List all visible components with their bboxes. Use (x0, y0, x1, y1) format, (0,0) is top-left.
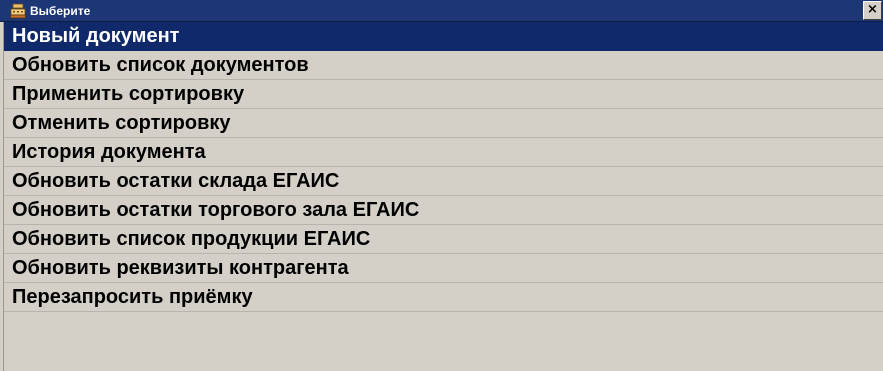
select-dialog: Выберите × Новый документ Обновить списо… (0, 0, 883, 371)
list-item-label: Новый документ (12, 25, 180, 47)
list-item-rerequest-receipt[interactable]: Перезапросить приёмку (0, 283, 883, 312)
list-item-label: Обновить список документов (12, 54, 309, 76)
list-item-refresh-counterparty[interactable]: Обновить реквизиты контрагента (0, 254, 883, 283)
list-item-label: Обновить остатки торгового зала ЕГАИС (12, 199, 420, 221)
list-item-label: Применить сортировку (12, 83, 245, 105)
list-item-apply-sorting[interactable]: Применить сортировку (0, 80, 883, 109)
list-item-refresh-product-list[interactable]: Обновить список продукции ЕГАИС (0, 225, 883, 254)
window-title: Выберите (30, 4, 91, 18)
list-item-label: Обновить список продукции ЕГАИС (12, 228, 371, 250)
list-item-refresh-documents[interactable]: Обновить список документов (0, 51, 883, 80)
list-item-label: Обновить реквизиты контрагента (12, 257, 349, 279)
action-list: Новый документ Обновить список документо… (0, 22, 883, 371)
close-icon: × (867, 2, 878, 17)
close-button[interactable]: × (863, 1, 882, 20)
list-item-label: История документа (12, 141, 206, 163)
list-item-document-history[interactable]: История документа (0, 138, 883, 167)
list-item-label: Отменить сортировку (12, 112, 231, 134)
cash-register-icon (10, 3, 26, 19)
list-item-refresh-salesfloor-stock[interactable]: Обновить остатки торгового зала ЕГАИС (0, 196, 883, 225)
title-bar[interactable]: Выберите × (0, 0, 883, 22)
list-item-label: Обновить остатки склада ЕГАИС (12, 170, 340, 192)
list-item-cancel-sorting[interactable]: Отменить сортировку (0, 109, 883, 138)
list-item-new-document[interactable]: Новый документ (0, 22, 883, 51)
list-left-border (0, 22, 4, 371)
list-item-refresh-warehouse-stock[interactable]: Обновить остатки склада ЕГАИС (0, 167, 883, 196)
list-item-label: Перезапросить приёмку (12, 286, 253, 308)
